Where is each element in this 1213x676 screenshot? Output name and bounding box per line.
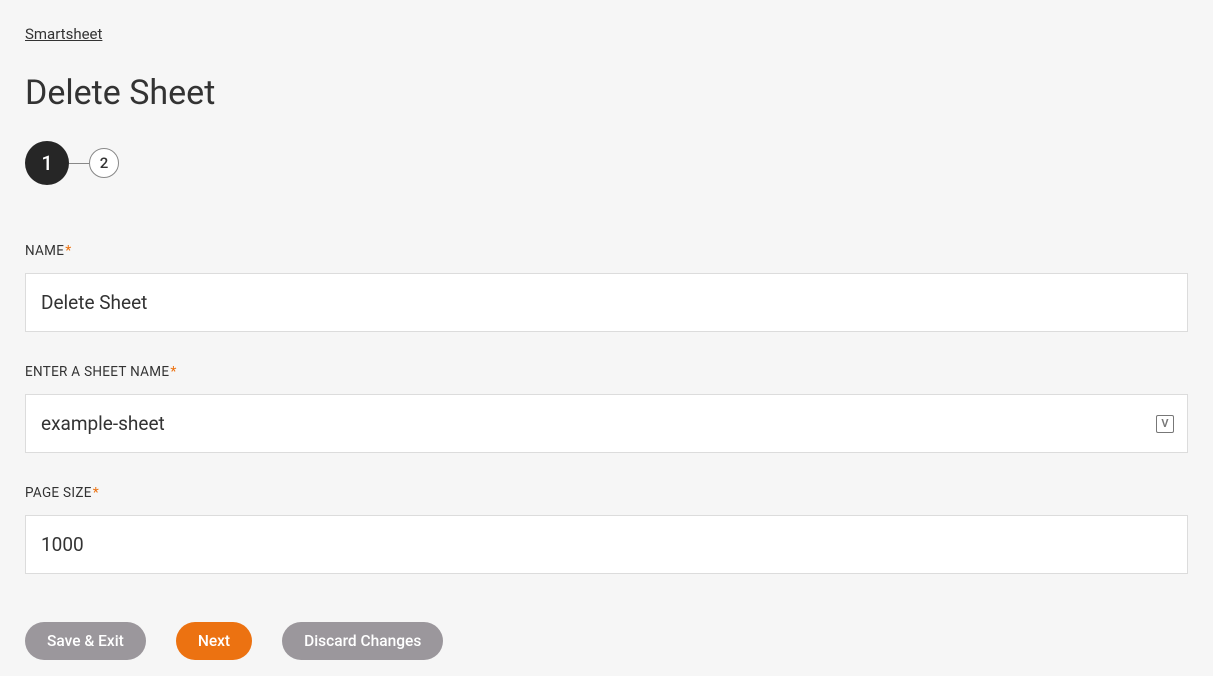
page-size-label: PAGE SIZE*	[25, 485, 1188, 501]
save-exit-button[interactable]: Save & Exit	[25, 622, 146, 660]
step-connector	[69, 163, 89, 164]
action-buttons: Save & Exit Next Discard Changes	[25, 622, 1188, 660]
required-marker: *	[65, 243, 71, 259]
step-1[interactable]: 1	[25, 141, 69, 185]
breadcrumb-smartsheet[interactable]: Smartsheet	[25, 25, 102, 43]
next-button[interactable]: Next	[176, 622, 252, 660]
stepper: 1 2	[25, 141, 1188, 185]
sheet-name-label-text: ENTER A SHEET NAME	[25, 364, 169, 380]
page-title: Delete Sheet	[25, 73, 1188, 113]
sheet-name-label: ENTER A SHEET NAME*	[25, 364, 1188, 380]
sheet-name-input[interactable]	[25, 394, 1188, 453]
name-input[interactable]	[25, 273, 1188, 332]
name-label-text: NAME	[25, 243, 64, 259]
field-sheet-name: ENTER A SHEET NAME* V	[25, 364, 1188, 453]
step-2[interactable]: 2	[89, 148, 119, 178]
name-label: NAME*	[25, 243, 1188, 259]
field-page-size: PAGE SIZE*	[25, 485, 1188, 574]
field-name: NAME*	[25, 243, 1188, 332]
discard-button[interactable]: Discard Changes	[282, 622, 443, 660]
variable-picker-icon[interactable]: V	[1156, 415, 1174, 433]
page-size-label-text: PAGE SIZE	[25, 485, 92, 501]
required-marker: *	[93, 485, 99, 501]
required-marker: *	[170, 364, 176, 380]
page-size-input[interactable]	[25, 515, 1188, 574]
